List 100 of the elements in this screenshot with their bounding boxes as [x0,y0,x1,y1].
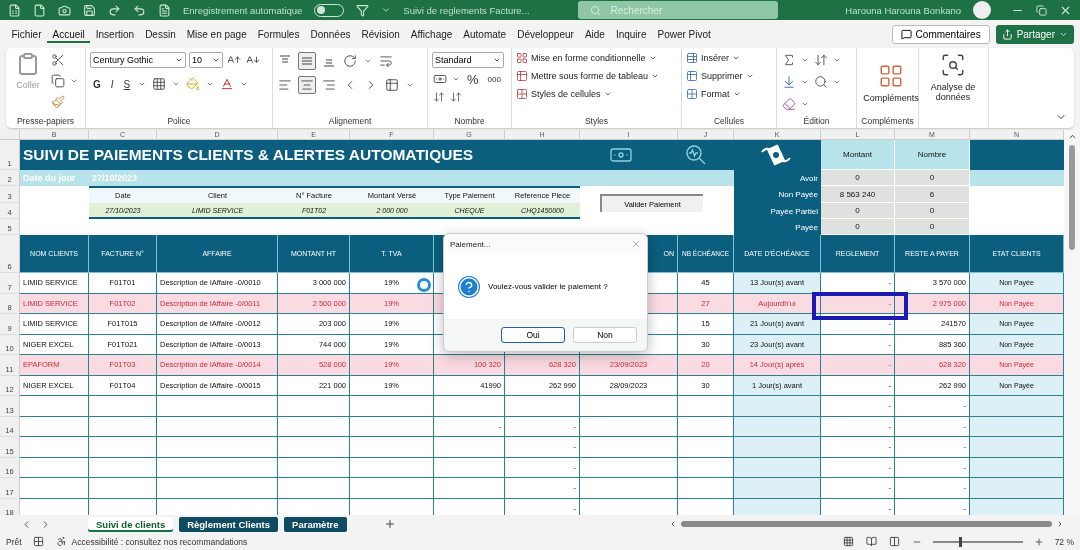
sheet-tab[interactable]: Règlement Clients [179,516,279,532]
underline-button[interactable]: S [120,78,134,90]
add-decimal-icon[interactable] [432,90,446,104]
caret-icon[interactable] [651,72,660,80]
group-label: Édition [802,115,831,128]
table-style-icon [516,70,528,82]
close-icon[interactable] [631,239,641,249]
horizontal-align-icon[interactable] [321,77,337,93]
sheet-tab[interactable]: Paramètre [284,516,347,532]
group-label: Police [166,115,192,128]
size-field[interactable]: 10 [189,52,223,68]
caret-icon[interactable] [493,56,501,64]
bold-button[interactable]: G [90,78,104,90]
cells-menu-item[interactable]: Insérer [686,52,754,64]
number-format-field[interactable]: Standard [432,52,504,68]
customize-icon[interactable] [381,5,392,15]
menu-tab[interactable]: Dessin [139,25,182,43]
restore-icon[interactable] [1036,4,1047,16]
scroll-up-icon[interactable] [1067,132,1077,141]
excel-logo-icon [8,3,21,17]
fill-color-icon[interactable] [185,76,202,92]
caret-icon[interactable] [648,54,657,62]
vertical-align-icon[interactable] [298,52,316,70]
dialog-button[interactable]: Oui [501,327,565,343]
menu-tab[interactable]: Aide [579,25,611,43]
menu-tab[interactable]: Accueil [47,25,91,43]
caret-icon[interactable] [175,56,183,64]
menu-tab[interactable]: Données [304,25,356,43]
borders-icon[interactable] [151,76,168,92]
table-cell: Payée [734,219,821,235]
menu-tab[interactable]: Inquire [610,25,652,43]
fill-icon[interactable] [781,74,797,90]
accessibility-icon [54,535,68,548]
copy-icon[interactable] [50,73,66,89]
document-title: Suivi de reglements Facture... [403,4,530,16]
caret-icon[interactable] [212,56,220,64]
menu-tab[interactable]: Développeur [511,25,580,43]
caret-icon[interactable] [603,90,612,98]
menu-tab[interactable]: Mise en page [181,25,253,43]
filter-icon[interactable] [356,3,370,17]
share-button[interactable]: Partager [995,24,1074,44]
orientation-icon[interactable] [342,53,358,69]
table-style-icon [516,88,528,100]
horizontal-align-icon[interactable] [277,77,293,93]
page-break-icon[interactable] [887,535,901,548]
italic-button[interactable]: I [107,78,117,90]
remove-decimal-icon[interactable] [449,90,463,104]
menu-tab[interactable]: Insertion [90,25,140,43]
scroll-right-icon[interactable] [1056,520,1064,528]
caret-icon[interactable] [732,54,740,62]
wrap-text-icon[interactable] [378,53,394,69]
undo-icon[interactable] [133,3,146,17]
menu-tab[interactable]: Formules [252,25,305,43]
user-name: Harouna Harouna Bonkano [845,4,961,16]
caret-icon[interactable] [745,72,754,80]
percent-button[interactable]: % [464,71,482,87]
document-icon[interactable] [158,3,171,17]
analyze-data-button[interactable]: Analyse de données [923,52,983,102]
search-icon [589,4,601,16]
style-menu-item[interactable]: Mise en forme conditionnelle [516,52,660,64]
thousands-button[interactable]: 000 [484,74,504,84]
camera-icon[interactable] [58,3,71,17]
style-menu-item[interactable]: Mettre sous forme de tableau [516,70,660,82]
avatar[interactable] [973,1,991,19]
horizontal-align-icon[interactable] [298,76,316,94]
caret-icon[interactable] [732,90,741,98]
menu-tab[interactable]: Power Pivot [651,25,717,43]
sort-icon[interactable] [813,52,829,68]
menu-tab[interactable]: Fichier [6,25,47,43]
menu-tab[interactable]: Automate [457,25,512,43]
table-cell: Avoir [734,170,821,186]
vertical-scrollbar[interactable] [1064,130,1080,515]
table-icon [686,52,698,64]
style-menu-item[interactable]: Styles de cellules [516,88,660,100]
share-icon [1001,28,1013,40]
normal-view-icon[interactable] [841,535,855,548]
horizontal-scrollbar[interactable] [669,519,1064,529]
redo-icon[interactable] [108,3,121,17]
menu-tab[interactable]: Révision [355,25,406,43]
group-label: Presse-papiers [15,115,76,128]
addins-button[interactable]: Compléments [861,63,921,103]
sheet-tab[interactable]: Suivi de clients [88,516,174,532]
dialog-button[interactable]: Non [573,327,637,343]
eraser-icon[interactable] [781,96,797,112]
save-icon[interactable] [83,3,96,17]
font-field[interactable]: Century Gothic [90,52,186,68]
dialog-message: Voulez-vous valider le paiement ? [488,282,608,291]
cells-menu-item[interactable]: Format [686,88,754,100]
search-icon[interactable] [813,74,829,90]
accessibility-status[interactable]: Accessibilité : consultez nos recommandations [71,536,248,547]
column-header: Montant [821,140,895,170]
page-layout-icon[interactable] [864,535,878,548]
menu-tab[interactable]: Affichage [405,25,458,43]
comments-button[interactable]: Commentaires [891,24,990,44]
cells-menu-item[interactable]: Supprimer [686,70,754,82]
scroll-left-icon[interactable] [669,520,677,528]
new-file-icon[interactable] [33,3,46,17]
merge-icon[interactable] [384,77,400,93]
group-label: Alignement [327,115,373,128]
grid-icon [878,63,904,89]
